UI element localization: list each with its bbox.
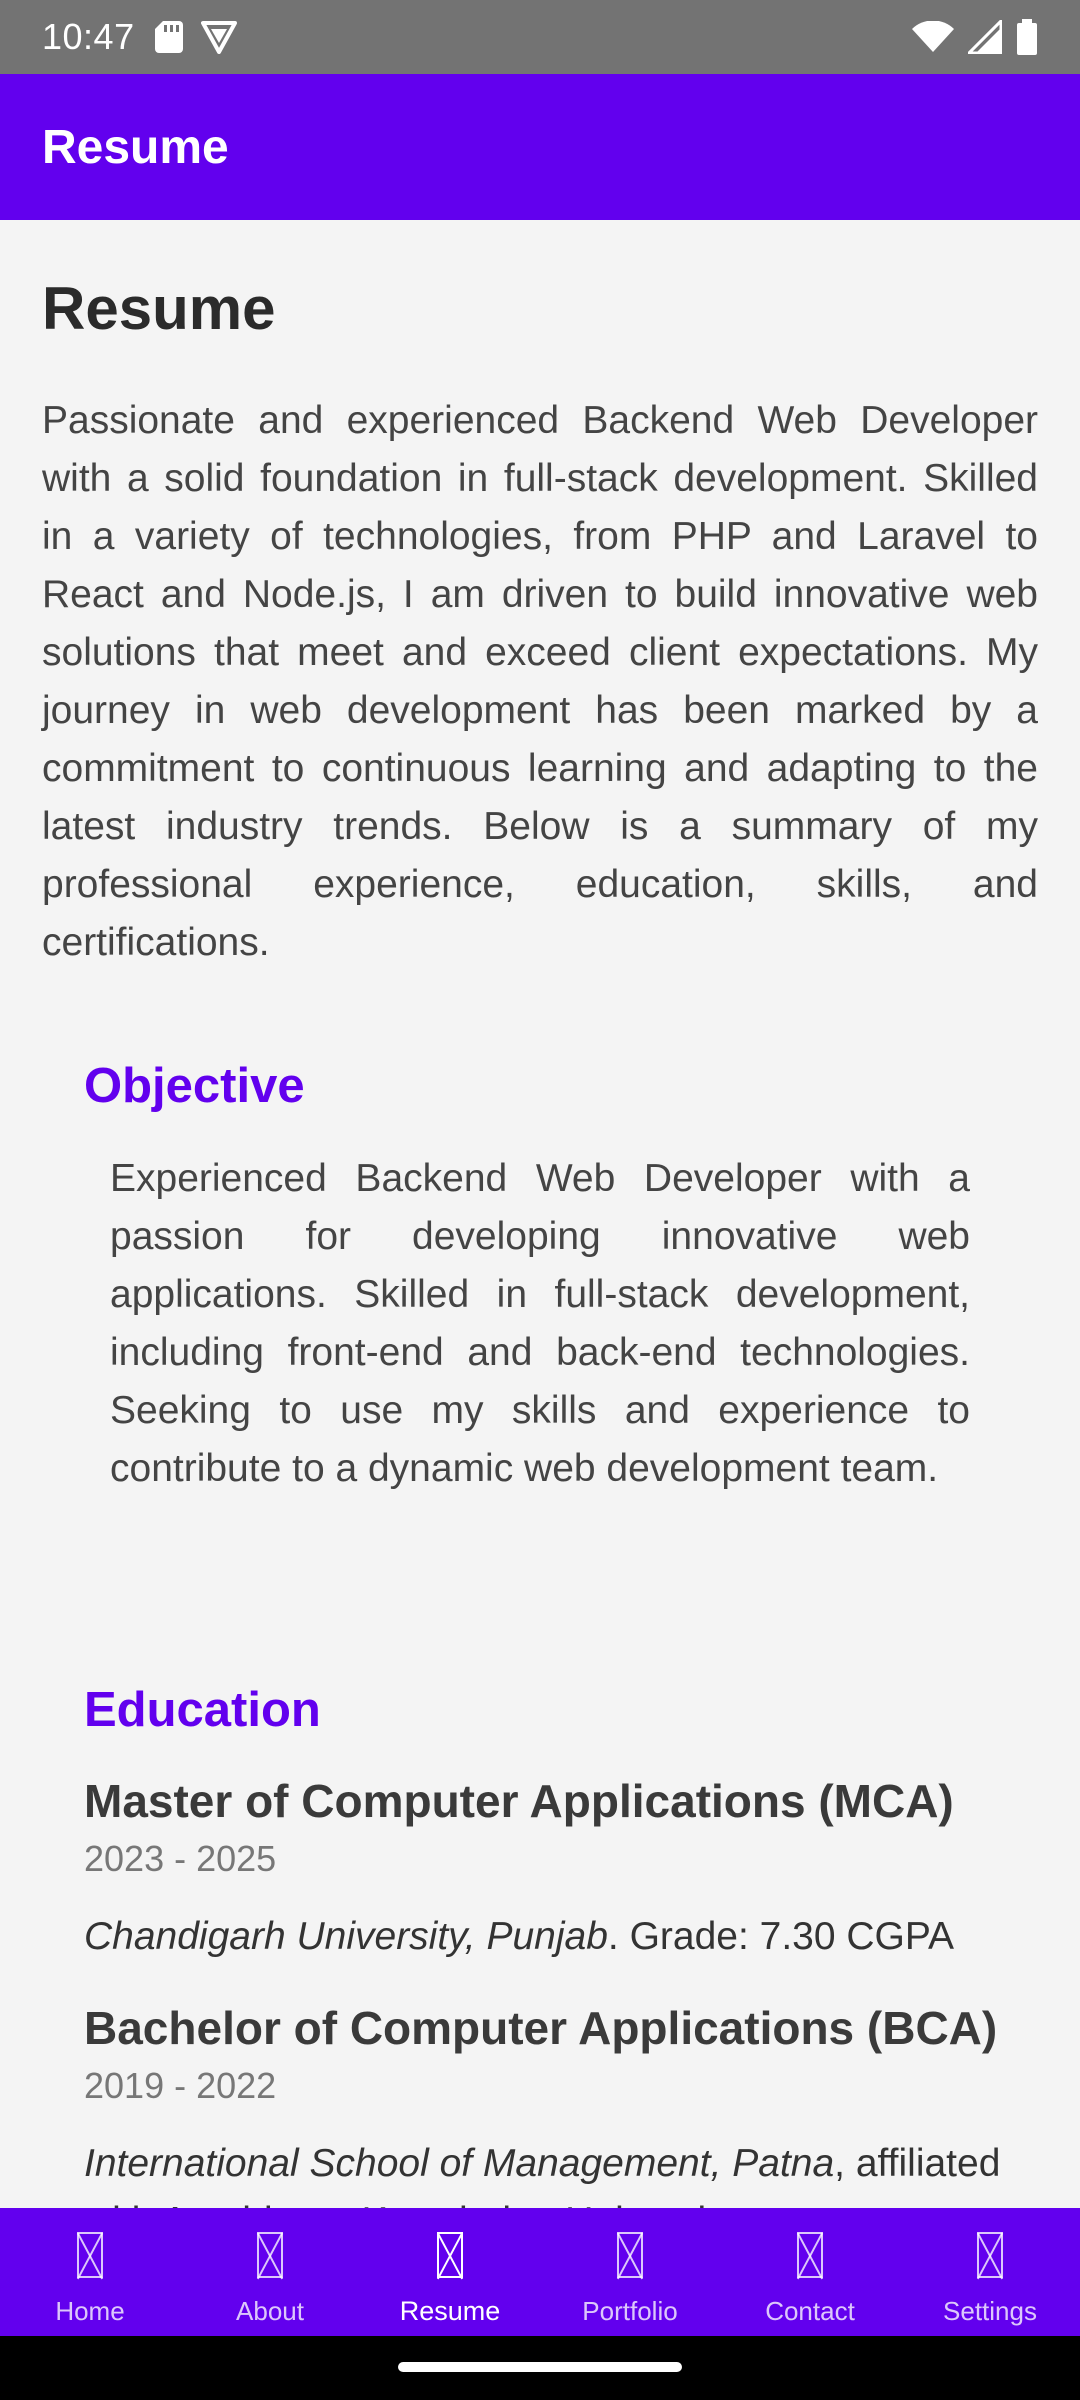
nav-item-resume[interactable]: Resume [360,2208,540,2336]
education-years: 2023 - 2025 [84,1838,277,1879]
home-icon [77,2232,103,2278]
page-title: Resume [42,275,276,342]
signal-icon [968,20,1002,54]
education-item-bca: Bachelor of Computer Applications (BCA) … [84,1999,1014,2208]
resume-content[interactable]: Resume Passionate and experienced Backen… [0,220,1080,2208]
gesture-handle[interactable] [398,2362,682,2372]
app-bar-title: Resume [42,120,229,174]
education-school: International School of Management, Patn… [84,2142,835,2185]
contact-icon [797,2232,823,2278]
nav-label-contact: Contact [765,2296,855,2326]
nav-label-portfolio: Portfolio [582,2296,678,2326]
education-item-mca: Master of Computer Applications (MCA) 20… [84,1772,1014,1966]
system-navigation-area [0,2336,1080,2400]
education-title: Education [84,1683,321,1737]
education-degree: Master of Computer Applications (MCA) [84,1775,954,1827]
nav-item-settings[interactable]: Settings [900,2208,1080,2336]
objective-title: Objective [84,1059,305,1113]
bottom-navigation: Home About Resume Portfolio Contact Sett… [0,2208,1080,2336]
education-school: Chandigarh University, Punjab [84,1915,608,1958]
shield-icon [200,21,237,54]
status-bar: 10:47 [0,0,1080,74]
nav-label-home: Home [55,2296,125,2326]
education-school-line: International School of Management, Patn… [84,2135,1014,2208]
education-years: 2019 - 2022 [84,2065,277,2106]
nav-item-about[interactable]: About [180,2208,360,2336]
resume-icon [437,2232,463,2278]
nav-item-portfolio[interactable]: Portfolio [540,2208,720,2336]
education-details: . Grade: 7.30 CGPA [607,1915,955,1958]
portfolio-icon [617,2232,643,2278]
nav-item-home[interactable]: Home [0,2208,180,2336]
nav-label-resume: Resume [399,2296,501,2326]
nav-item-contact[interactable]: Contact [720,2208,900,2336]
wifi-icon [912,21,954,52]
nav-label-about: About [236,2296,304,2326]
app-bar: Resume [0,74,1080,220]
nav-label-settings: Settings [943,2296,1037,2326]
about-icon [257,2232,283,2278]
intro-paragraph: Passionate and experienced Backend Web D… [42,399,1038,964]
education-degree: Bachelor of Computer Applications (BCA) [84,2002,998,2054]
sd-card-icon [154,21,183,53]
objective-text: Experienced Backend Web Developer with a… [110,1157,970,1490]
education-school-line: Chandigarh University, Punjab. Grade: 7.… [84,1908,1014,1966]
battery-icon [1017,19,1037,55]
settings-icon [977,2232,1003,2278]
status-time: 10:47 [42,16,135,57]
